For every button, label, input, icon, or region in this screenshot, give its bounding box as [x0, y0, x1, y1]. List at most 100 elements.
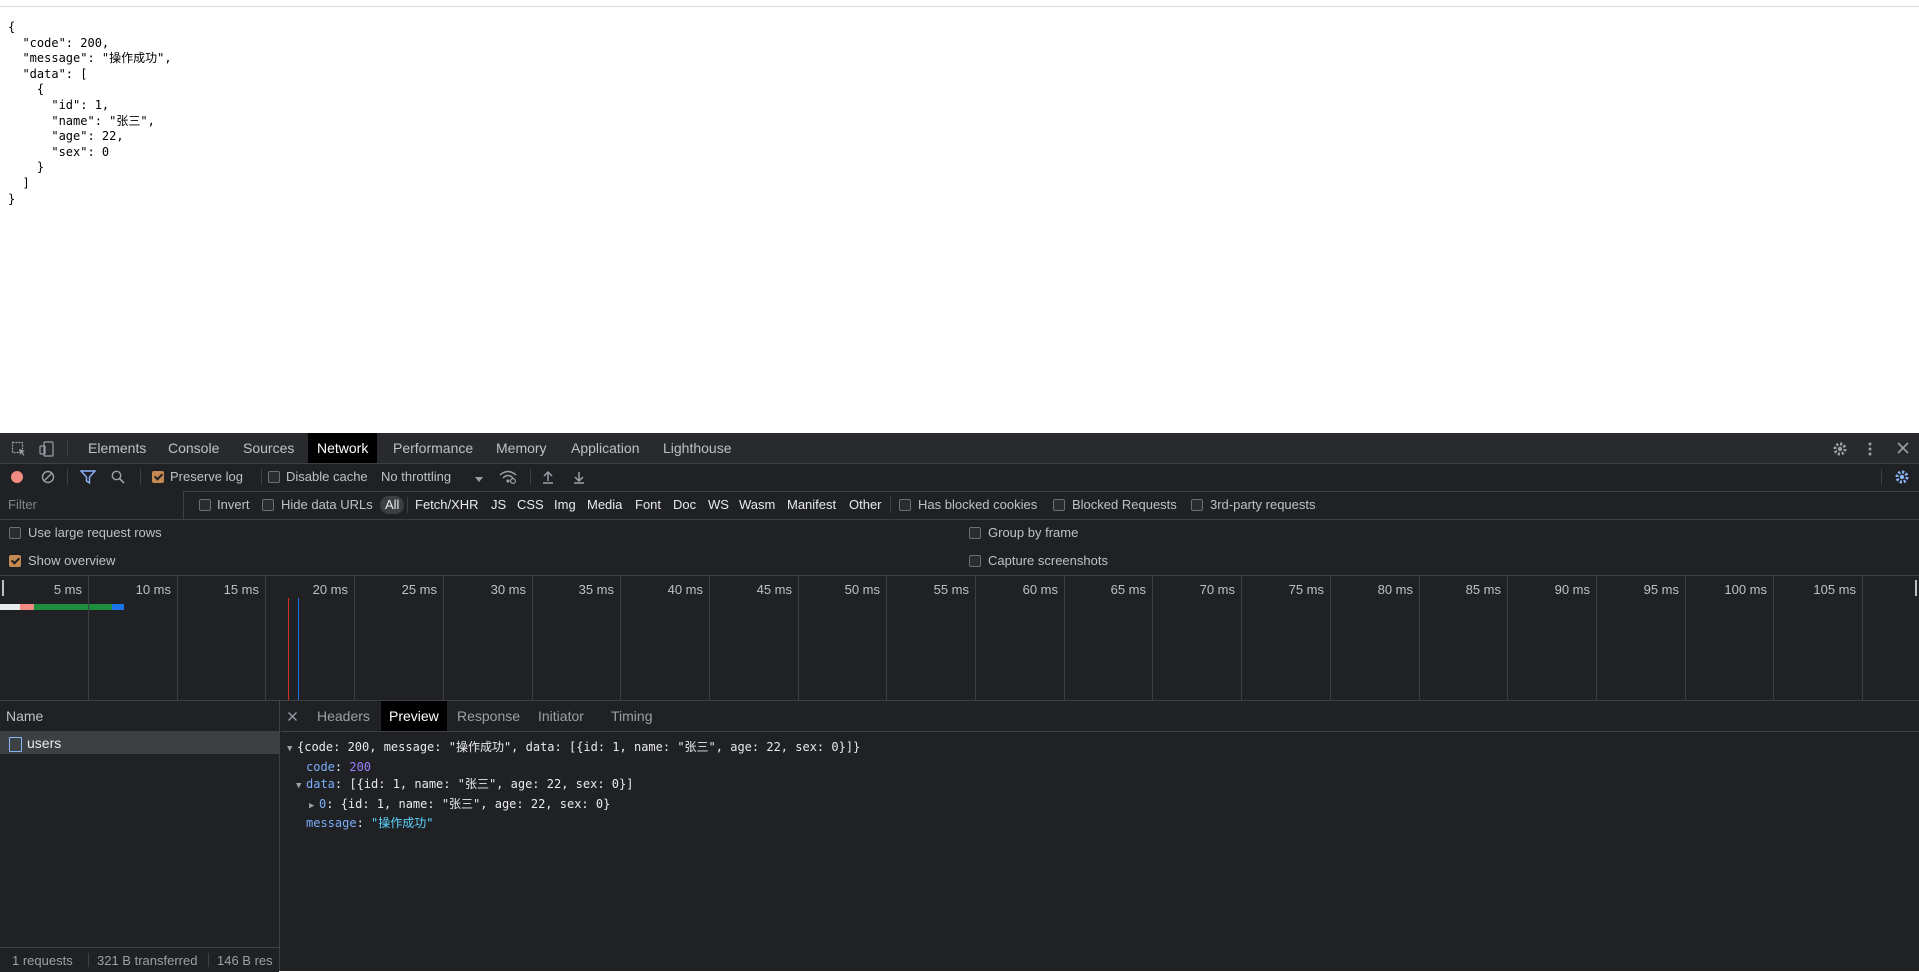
toolbar-separator [67, 469, 68, 485]
third-party-label: 3rd-party requests [1210, 497, 1316, 512]
toolbar-separator [261, 469, 262, 485]
filter-funnel-icon[interactable] [79, 470, 97, 486]
preview-summary: {code: 200, message: "操作成功", data: [{id:… [297, 740, 861, 754]
detail-tab-timing[interactable]: Timing [603, 701, 661, 731]
timeline-tick-label: 60 ms [1022, 582, 1058, 597]
name-column-header[interactable]: Name [6, 708, 43, 724]
expanded-triangle-icon[interactable]: ▼ [296, 778, 306, 796]
request-list-header[interactable]: Name [0, 701, 279, 732]
tab-console[interactable]: Console [159, 433, 228, 463]
overview-left-handle[interactable] [2, 580, 4, 596]
load-event-marker [288, 598, 289, 700]
clear-icon[interactable] [41, 470, 55, 486]
request-list-pane: Name users 1 requests 321 B transferred … [0, 701, 280, 972]
status-resources: 146 B res [217, 953, 273, 968]
type-filter-css[interactable]: CSS [517, 497, 544, 513]
capture-screenshots-checkbox[interactable] [969, 555, 981, 567]
group-by-frame-checkbox[interactable] [969, 527, 981, 539]
request-name: users [27, 735, 62, 751]
network-options-row-2: Show overview Capture screenshots [0, 547, 1919, 576]
request-row[interactable]: users [0, 732, 279, 754]
preview-message-key: message [306, 816, 357, 830]
timeline-gridline [1152, 576, 1153, 700]
timeline-tick-label: 95 ms [1643, 582, 1679, 597]
third-party-checkbox[interactable] [1191, 499, 1203, 511]
invert-checkbox[interactable] [199, 499, 211, 511]
detail-tab-initiator[interactable]: Initiator [530, 701, 592, 731]
throttling-select[interactable]: No throttling [381, 469, 451, 485]
timeline-gridline [532, 576, 533, 700]
type-filter-fetch-xhr[interactable]: Fetch/XHR [415, 497, 479, 513]
timeline-tick-label: 25 ms [401, 582, 437, 597]
preview-item-value: {id: 1, name: "张三", age: 22, sex: 0} [340, 796, 611, 811]
group-by-frame-label: Group by frame [988, 525, 1079, 540]
type-filter-other[interactable]: Other [849, 497, 882, 513]
page-top-divider [0, 6, 1919, 7]
detail-tab-response[interactable]: Response [449, 701, 528, 731]
device-toolbar-icon[interactable] [39, 441, 55, 459]
network-status-bar: 1 requests 321 B transferred 146 B res [0, 947, 279, 972]
detail-tab-headers[interactable]: Headers [309, 701, 378, 731]
type-filter-media[interactable]: Media [587, 497, 622, 513]
close-detail-icon[interactable] [287, 710, 298, 724]
import-har-icon[interactable] [541, 470, 555, 486]
chevron-down-icon[interactable] [474, 472, 484, 486]
filter-input[interactable]: Filter [0, 491, 184, 519]
type-filter-js[interactable]: JS [491, 497, 506, 513]
preview-root-row[interactable]: ▼ {code: 200, message: "操作成功", data: [{id… [287, 739, 860, 759]
tab-memory[interactable]: Memory [487, 433, 556, 463]
inspect-element-icon[interactable] [11, 441, 27, 459]
timeline-tick-label: 65 ms [1110, 582, 1146, 597]
more-vertical-icon[interactable] [1862, 441, 1878, 459]
preview-code-key: code [306, 759, 335, 774]
type-filter-img[interactable]: Img [554, 497, 576, 513]
timeline-gridline [620, 576, 621, 700]
network-filter-bar: Filter Invert Hide data URLs All Fetch/X… [0, 491, 1919, 520]
collapsed-triangle-icon[interactable]: ▶ [309, 798, 319, 816]
tab-network[interactable]: Network [308, 433, 378, 463]
tab-sources[interactable]: Sources [234, 433, 303, 463]
type-filter-doc[interactable]: Doc [673, 497, 696, 513]
timeline-tick-label: 5 ms [53, 582, 82, 597]
preview-data-row[interactable]: ▼ data: [{id: 1, name: "张三", age: 22, sex… [287, 776, 860, 796]
search-icon[interactable] [111, 470, 125, 486]
has-blocked-cookies-checkbox[interactable] [899, 499, 911, 511]
json-response-text: { "code": 200, "message": "操作成功", "data"… [8, 20, 172, 206]
filter-separator [407, 497, 408, 513]
document-icon [9, 737, 22, 752]
type-filter-font[interactable]: Font [635, 497, 661, 513]
tab-elements[interactable]: Elements [79, 433, 155, 463]
close-devtools-icon[interactable] [1896, 441, 1910, 457]
timeline-gridline [88, 576, 89, 700]
export-har-icon[interactable] [572, 470, 586, 486]
type-filter-all[interactable]: All [380, 496, 405, 514]
large-rows-checkbox[interactable] [9, 527, 21, 539]
preserve-log-checkbox[interactable] [152, 471, 164, 483]
timeline-gridline [709, 576, 710, 700]
type-filter-manifest[interactable]: Manifest [787, 497, 836, 513]
record-icon[interactable] [10, 470, 24, 486]
detail-tab-preview[interactable]: Preview [381, 701, 447, 731]
overview-right-handle[interactable] [1915, 580, 1917, 596]
timeline-tick-label: 20 ms [312, 582, 348, 597]
expanded-triangle-icon[interactable]: ▼ [287, 741, 297, 759]
timeline-gridline [1330, 576, 1331, 700]
network-conditions-icon[interactable] [499, 470, 517, 486]
type-filter-wasm[interactable]: Wasm [739, 497, 775, 513]
tab-performance[interactable]: Performance [384, 433, 482, 463]
disable-cache-checkbox[interactable] [268, 471, 280, 483]
preview-item-row[interactable]: ▶ 0: {id: 1, name: "张三", age: 22, sex: 0} [287, 796, 860, 816]
timeline-tick-label: 40 ms [667, 582, 703, 597]
timeline-gridline [1596, 576, 1597, 700]
status-separator [88, 953, 89, 967]
hide-data-urls-checkbox[interactable] [262, 499, 274, 511]
blocked-requests-checkbox[interactable] [1053, 499, 1065, 511]
timeline-gridline [1064, 576, 1065, 700]
gear-icon[interactable] [1832, 441, 1848, 459]
type-filter-ws[interactable]: WS [708, 497, 729, 513]
network-overview-timeline[interactable]: 5 ms 10 ms 15 ms 20 ms 25 ms 30 ms 35 ms 40 ms 4… [0, 576, 1919, 701]
network-settings-gear-icon[interactable] [1894, 469, 1910, 487]
show-overview-checkbox[interactable] [9, 555, 21, 567]
tab-application[interactable]: Application [562, 433, 649, 463]
tab-lighthouse[interactable]: Lighthouse [654, 433, 741, 463]
